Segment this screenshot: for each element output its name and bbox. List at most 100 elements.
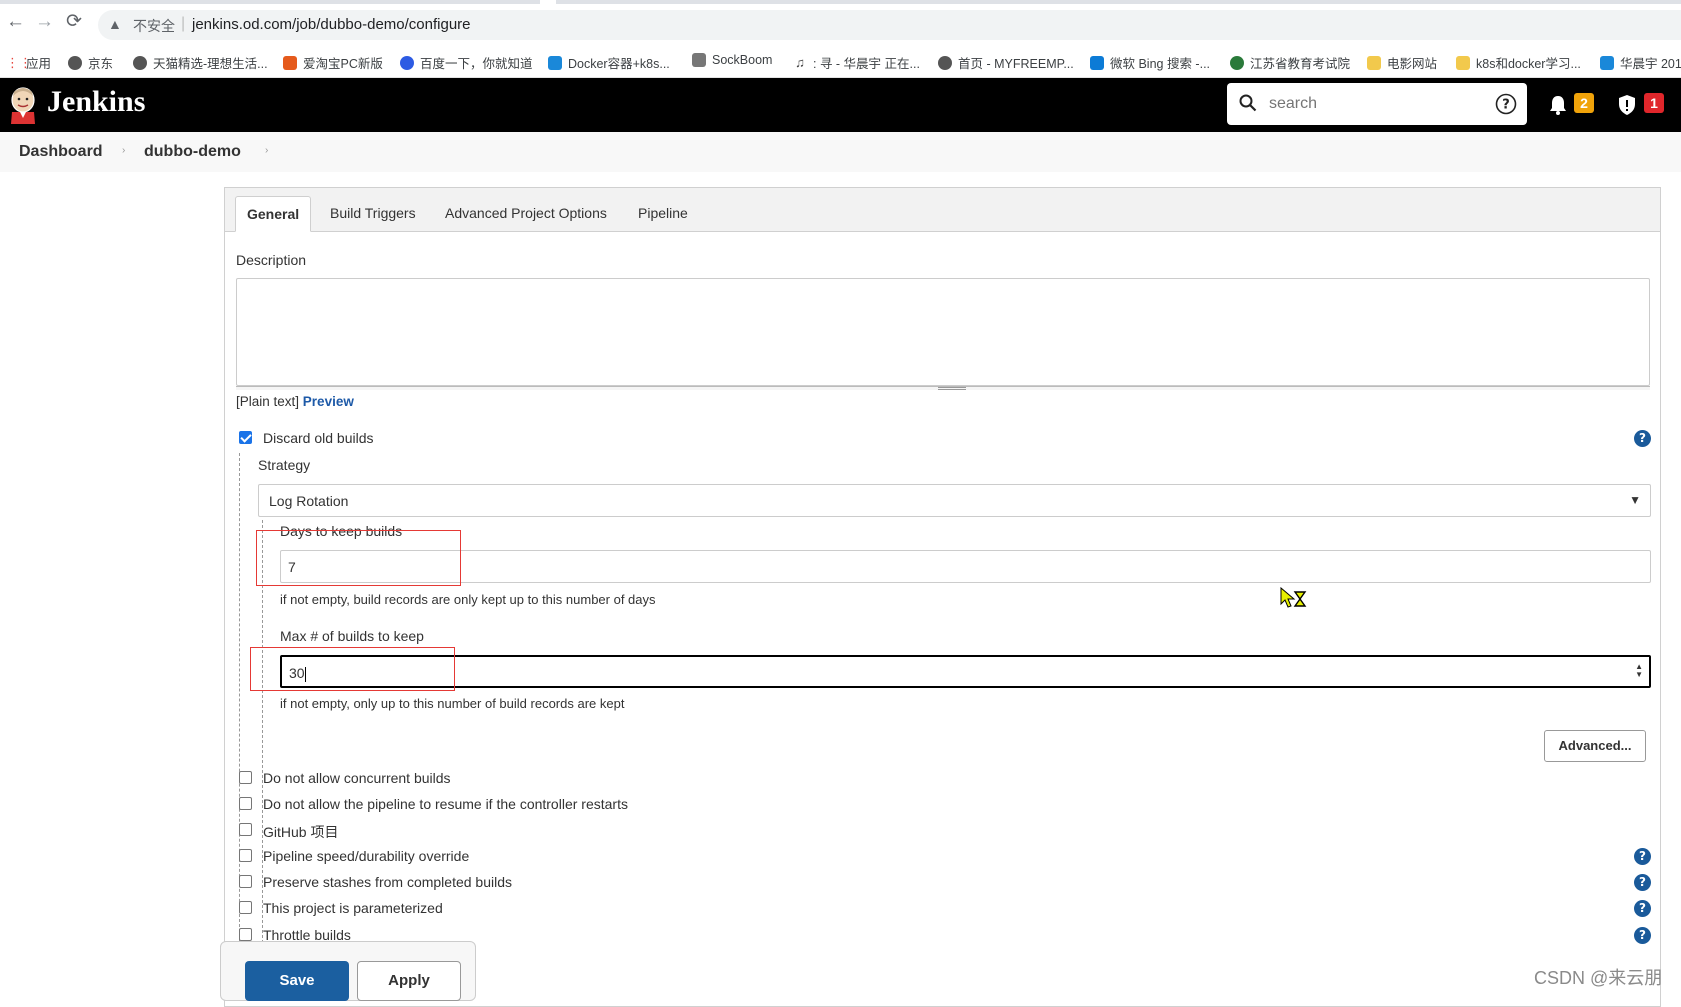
insecure-label: 不安全 — [133, 18, 175, 34]
help-icon[interactable]: ? — [1634, 900, 1651, 917]
address-bar[interactable]: ▲ 不安全 | jenkins.od.com/job/dubbo-demo/co… — [98, 10, 1681, 40]
bookmark-item[interactable]: 京东 — [68, 53, 113, 72]
description-label: Description — [236, 252, 307, 268]
jenkins-title[interactable]: Jenkins — [47, 85, 145, 119]
option-checkbox[interactable] — [239, 797, 252, 810]
preview-link[interactable]: Preview — [303, 394, 354, 409]
chevron-down-icon: ▼ — [1629, 493, 1641, 507]
music-note-icon: ♫ — [795, 54, 805, 70]
bookmark-item[interactable]: 百度一下，你就知道 — [400, 53, 533, 72]
help-icon[interactable]: ? — [1634, 430, 1651, 447]
chevron-right-icon[interactable]: › — [265, 145, 268, 156]
bookmark-item[interactable]: 江苏省教育考试院 — [1230, 53, 1350, 72]
tab-advanced-project-options[interactable]: Advanced Project Options — [434, 196, 618, 232]
option-label: Pipeline speed/durability override — [263, 848, 470, 864]
option-label: Do not allow concurrent builds — [263, 770, 451, 786]
tab-build-triggers[interactable]: Build Triggers — [319, 196, 427, 232]
option-checkbox[interactable] — [239, 875, 252, 888]
bookmark-folder[interactable]: k8s和docker学习... — [1456, 53, 1581, 72]
bookmark-label: 首页 - MYFREEMP... — [958, 57, 1074, 71]
option-checkbox[interactable] — [239, 771, 252, 784]
sockboom-icon — [692, 53, 706, 67]
reload-icon[interactable]: ⟳ — [66, 12, 82, 32]
discard-old-builds-checkbox[interactable] — [239, 431, 252, 444]
help-icon[interactable]: ? — [1634, 848, 1651, 865]
forward-icon[interactable]: → — [35, 12, 54, 32]
breadcrumb-dashboard[interactable]: Dashboard — [19, 143, 103, 161]
notification-badge[interactable]: 2 — [1574, 93, 1594, 113]
days-to-keep-input[interactable]: 7 — [280, 550, 1651, 583]
bilibili-icon — [1600, 55, 1614, 70]
tab-general[interactable]: General — [235, 196, 312, 232]
highlight-box-days — [256, 530, 461, 586]
strategy-selected-value: Log Rotation — [269, 493, 349, 509]
help-icon[interactable]: ? — [1495, 93, 1517, 115]
browser-toolbar: ← → ⟳ ▲ 不安全 | jenkins.od.com/job/dubbo-d… — [0, 0, 1681, 44]
bookmark-item[interactable]: 微软 Bing 搜索 -... — [1090, 53, 1210, 72]
help-icon[interactable]: ? — [1634, 927, 1651, 944]
security-badge[interactable]: 1 — [1644, 93, 1664, 113]
shield-icon[interactable] — [1617, 94, 1637, 116]
number-spinner-icon[interactable]: ▲ ▼ — [1635, 663, 1643, 679]
save-button[interactable]: Save — [245, 961, 349, 1001]
bookmark-label: 微软 Bing 搜索 -... — [1110, 57, 1211, 71]
browser-tab-strip — [556, 0, 1681, 4]
apply-button[interactable]: Apply — [357, 961, 461, 1001]
folder-icon — [1367, 55, 1381, 70]
max-builds-input[interactable]: 30 ▲ ▼ — [280, 655, 1651, 688]
option-checkbox[interactable] — [239, 928, 252, 941]
option-checkbox[interactable] — [239, 823, 252, 836]
breadcrumb-job[interactable]: dubbo-demo — [144, 143, 241, 161]
config-tabs: General Build Triggers Advanced Project … — [225, 188, 1660, 232]
option-checkbox[interactable] — [239, 901, 252, 914]
bookmark-item[interactable]: 首页 - MYFREEMP... — [938, 53, 1074, 72]
bookmark-label: 天猫精选-理想生活... — [153, 57, 268, 71]
bookmark-label: 江苏省教育考试院 — [1250, 57, 1351, 71]
help-icon[interactable]: ? — [1634, 874, 1651, 891]
highlight-box-max — [250, 647, 455, 691]
option-label: Preserve stashes from completed builds — [263, 874, 512, 890]
bookmark-item[interactable]: 天猫精选-理想生活... — [133, 53, 268, 72]
warning-icon: ▲ — [108, 16, 122, 32]
bookmark-item[interactable]: 爱淘宝PC新版 — [283, 53, 383, 72]
bookmark-label: k8s和docker学习... — [1476, 57, 1581, 71]
bell-icon[interactable] — [1549, 95, 1567, 115]
bing-icon — [1090, 55, 1104, 70]
textarea-resize-bar[interactable] — [236, 386, 1650, 390]
bookmark-label: SockBoom — [712, 53, 773, 67]
bookmark-apps[interactable]: ⋮⋮ 应用 — [6, 53, 51, 72]
option-checkbox[interactable] — [239, 849, 252, 862]
chevron-right-icon: › — [122, 145, 126, 156]
bookmark-label: 百度一下，你就知道 — [420, 57, 533, 71]
folder-icon — [1456, 55, 1470, 70]
jenkins-logo-icon[interactable] — [8, 86, 38, 124]
csdn-watermark: CSDN @来云朋 — [1534, 968, 1663, 988]
max-builds-label: Max # of builds to keep — [280, 628, 424, 644]
strategy-select[interactable]: Log Rotation ▼ — [258, 484, 1651, 517]
bookmarks-bar: ⋮⋮ 应用 京东 天猫精选-理想生活... 爱淘宝PC新版 百度一下，你就知道 … — [0, 44, 1681, 78]
bookmark-label: 爱淘宝PC新版 — [303, 57, 383, 71]
advanced-button[interactable]: Advanced... — [1544, 730, 1646, 762]
url-divider: | — [181, 15, 186, 32]
description-textarea[interactable] — [236, 278, 1650, 386]
option-label: This project is parameterized — [263, 900, 443, 916]
config-panel: General Build Triggers Advanced Project … — [224, 187, 1661, 1007]
url-text[interactable]: jenkins.od.com/job/dubbo-demo/configure — [192, 16, 471, 33]
bookmark-label: Docker容器+k8s... — [568, 57, 670, 71]
bookmark-item[interactable]: SockBoom — [692, 53, 772, 67]
bookmark-item[interactable]: Docker容器+k8s... — [548, 53, 670, 72]
back-icon[interactable]: ← — [6, 12, 25, 32]
search-input[interactable] — [1269, 92, 1469, 116]
search-box[interactable]: ? — [1227, 83, 1527, 125]
baidu-paw-icon — [400, 55, 414, 70]
bookmark-item[interactable]: 华晨宇 201 — [1600, 53, 1681, 72]
bookmark-label: 华晨宇 201 — [1620, 57, 1681, 71]
breadcrumb: Dashboard › dubbo-demo › — [0, 132, 1681, 172]
tab-pipeline[interactable]: Pipeline — [627, 196, 699, 232]
resize-grip-icon[interactable] — [938, 387, 966, 390]
plain-text-label: [Plain text] — [236, 394, 300, 409]
days-to-keep-hint: if not empty, build records are only kep… — [280, 592, 656, 607]
search-icon — [1239, 94, 1257, 112]
bookmark-item[interactable]: ♫: 寻 - 华晨宇 正在... — [793, 53, 920, 72]
bookmark-folder[interactable]: 电影网站 — [1367, 53, 1437, 72]
